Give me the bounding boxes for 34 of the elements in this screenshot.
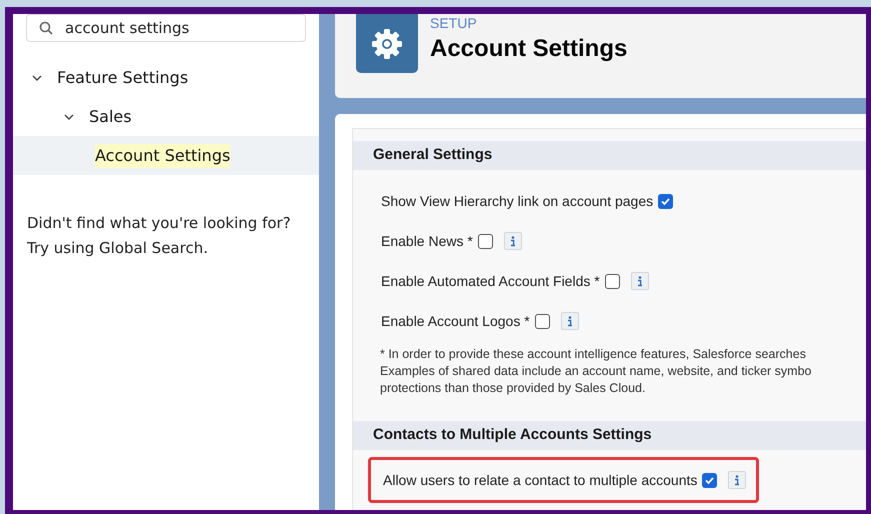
info-icon[interactable] xyxy=(630,272,649,290)
tree-item-label: Sales xyxy=(89,106,132,128)
checkbox[interactable] xyxy=(534,314,550,328)
checkbox[interactable] xyxy=(478,234,493,248)
footnote-text: Examples of shared data include an account name, website, and ticker symbo xyxy=(380,363,812,380)
tree-item-label: Account Settings xyxy=(95,144,230,168)
checkbox[interactable] xyxy=(658,194,674,208)
setting-label: Enable Automated Account Fields * xyxy=(381,272,600,290)
section-title: General Settings xyxy=(373,145,492,166)
section-title: Contacts to Multiple Accounts Settings xyxy=(373,425,652,446)
info-icon[interactable] xyxy=(504,232,522,250)
setting-label: Show View Hierarchy link on account pages xyxy=(381,192,654,211)
setting-label: Enable News * xyxy=(381,232,473,250)
checkmark-icon xyxy=(660,196,672,206)
footnote-text: * In order to provide these account intelligence features, Salesforce searches xyxy=(380,346,806,363)
page-title: Account Settings xyxy=(430,34,628,64)
footnote-text: protections than those provided by Sales Cloud. xyxy=(380,380,646,397)
search-field[interactable]: account settings xyxy=(26,14,306,42)
tree-item-label: Feature Settings xyxy=(57,66,188,88)
setting-label: Enable Account Logos * xyxy=(381,312,530,331)
info-icon[interactable] xyxy=(728,471,746,489)
search-icon xyxy=(39,21,53,35)
tree-item[interactable]: Feature Settings xyxy=(13,58,319,97)
help-text: Try using Global Search. xyxy=(27,238,208,259)
setting-label: Allow users to relate a contact to multiple accounts xyxy=(383,470,698,490)
info-icon[interactable] xyxy=(560,312,579,330)
search-input[interactable]: account settings xyxy=(65,16,265,40)
checkmark-icon xyxy=(704,474,716,486)
tree-item[interactable]: Sales xyxy=(13,97,319,136)
checkbox[interactable] xyxy=(702,472,718,488)
tree-item[interactable]: Account Settings xyxy=(13,136,319,175)
help-text: Didn't find what you're looking for? xyxy=(27,213,291,234)
header-eyebrow: SETUP xyxy=(430,15,477,31)
checkbox[interactable] xyxy=(604,274,620,288)
